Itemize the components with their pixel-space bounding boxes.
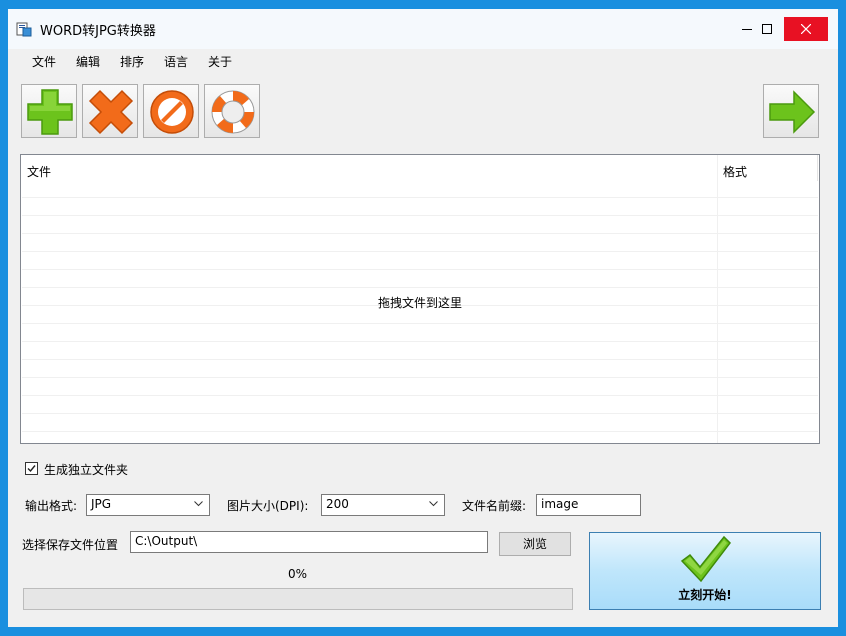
- grid-line: [22, 341, 818, 342]
- maximize-button[interactable]: [752, 17, 782, 41]
- maximize-icon: [762, 24, 772, 34]
- grid-line: [22, 233, 818, 234]
- prohibit-icon: [150, 90, 194, 134]
- drop-hint: 拖拽文件到这里: [377, 296, 462, 310]
- plus-icon: [27, 89, 73, 135]
- help-button[interactable]: [204, 84, 260, 138]
- grid-line: [22, 215, 818, 216]
- close-button[interactable]: [784, 17, 828, 41]
- dpi-value: 200: [326, 497, 349, 511]
- menu-language[interactable]: 语言: [164, 53, 188, 70]
- file-list-header: 文件 格式: [21, 155, 819, 197]
- grid-line: [22, 431, 818, 432]
- start-label: 立刻开始!: [678, 588, 732, 602]
- save-location-label: 选择保存文件位置: [22, 538, 119, 552]
- prefix-input[interactable]: image: [536, 494, 641, 516]
- grid-line: [22, 287, 818, 288]
- add-files-button[interactable]: [21, 84, 77, 138]
- grid-line: [22, 269, 818, 270]
- grid-line: [22, 359, 818, 360]
- chevron-down-icon: [429, 501, 438, 507]
- prefix-label: 文件名前缀:: [462, 499, 527, 513]
- checkmark-icon: [680, 535, 731, 583]
- separate-folder-checkbox[interactable]: [25, 462, 38, 475]
- column-format[interactable]: 格式: [723, 163, 747, 180]
- next-button[interactable]: [763, 84, 819, 138]
- grid-line: [22, 413, 818, 414]
- title-bar: WORD转JPG转换器: [8, 9, 838, 49]
- output-path-input[interactable]: C:\Output\: [130, 531, 488, 553]
- output-format-label: 输出格式:: [25, 499, 78, 513]
- grid-line: [22, 251, 818, 252]
- clear-list-button[interactable]: [143, 84, 199, 138]
- header-divider: [817, 155, 818, 181]
- browse-button[interactable]: 浏览: [499, 532, 571, 556]
- app-window: WORD转JPG转换器 文件 编辑 排序 语言 关于 文件 格式 拖拽文件到这里…: [7, 8, 839, 628]
- separate-folder-label[interactable]: 生成独立文件夹: [44, 461, 128, 478]
- chevron-down-icon: [194, 501, 203, 507]
- x-icon: [88, 89, 134, 135]
- dpi-label: 图片大小(DPI):: [227, 499, 309, 513]
- menu-file[interactable]: 文件: [32, 53, 56, 70]
- start-button[interactable]: 立刻开始!: [589, 532, 821, 610]
- grid-line: [22, 395, 818, 396]
- progress-bar: [23, 588, 573, 610]
- menu-bar: 文件 编辑 排序 语言 关于: [9, 49, 837, 73]
- menu-edit[interactable]: 编辑: [76, 53, 100, 70]
- window-title: WORD转JPG转换器: [40, 24, 156, 39]
- output-format-value: JPG: [91, 497, 112, 511]
- app-icon: [16, 22, 32, 37]
- output-format-select[interactable]: JPG: [86, 494, 210, 516]
- grid-line: [22, 197, 818, 198]
- grid-line: [22, 323, 818, 324]
- progress-percent: 0%: [288, 567, 308, 581]
- output-path-value: C:\Output\: [135, 534, 198, 548]
- menu-about[interactable]: 关于: [208, 53, 232, 70]
- dpi-select[interactable]: 200: [321, 494, 445, 516]
- prefix-value: image: [541, 497, 579, 511]
- minimize-icon: [742, 29, 752, 30]
- close-icon: [801, 24, 811, 34]
- lifebuoy-icon: [211, 90, 255, 134]
- grid-line: [22, 377, 818, 378]
- menu-sort[interactable]: 排序: [120, 53, 144, 70]
- checkmark-icon: [27, 465, 36, 473]
- column-file[interactable]: 文件: [27, 163, 51, 180]
- arrow-right-icon: [769, 90, 816, 134]
- file-list[interactable]: 文件 格式 拖拽文件到这里: [20, 154, 820, 444]
- remove-file-button[interactable]: [82, 84, 138, 138]
